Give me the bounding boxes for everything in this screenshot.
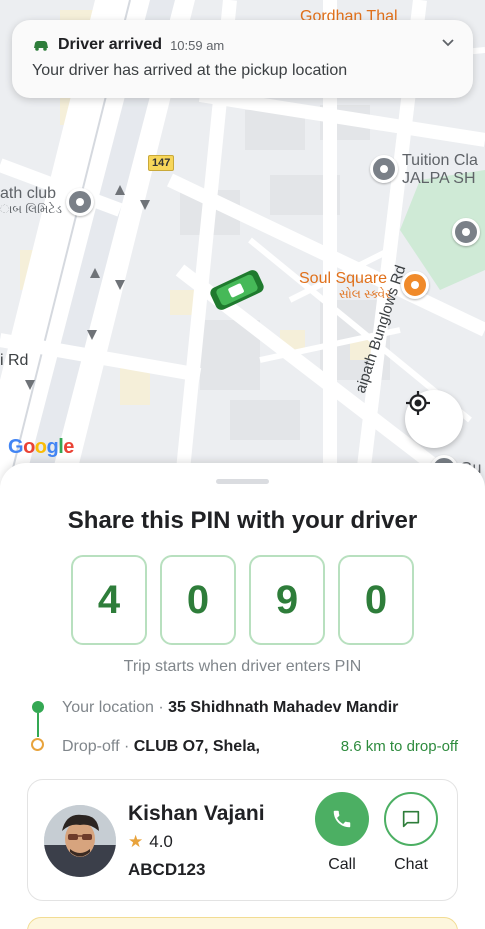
driver-avatar bbox=[44, 805, 116, 877]
map-label-soul-square[interactable]: Soul Square સોલ સ્ક્વેર bbox=[299, 270, 391, 302]
separator-dot: · bbox=[119, 738, 134, 755]
driver-arrived-notification[interactable]: Driver arrived 10:59 am Your driver has … bbox=[12, 20, 473, 98]
call-label: Call bbox=[328, 856, 356, 873]
dropoff-row: Drop-off · CLUB O7, Shela, bbox=[62, 738, 260, 756]
driver-rating: ★ 4.0 bbox=[128, 832, 173, 852]
call-button[interactable]: Call bbox=[314, 792, 370, 874]
notification-time: 10:59 am bbox=[170, 37, 225, 53]
star-icon: ★ bbox=[128, 832, 144, 851]
dropoff-label: Drop-off bbox=[62, 738, 120, 755]
google-logo-letter: g bbox=[46, 436, 59, 458]
pickup-dot-icon bbox=[32, 701, 44, 713]
route-summary: Your location · 35 Shidhnath Mahadev Man… bbox=[28, 695, 468, 765]
chat-circle[interactable] bbox=[384, 792, 438, 846]
map-label-club[interactable]: ath club ાબ લિમિટેડ bbox=[0, 185, 62, 217]
pin-title: Share this PIN with your driver bbox=[67, 507, 418, 534]
route-connector bbox=[37, 713, 39, 737]
dropoff-value: CLUB O7, Shela, bbox=[133, 738, 260, 755]
map-label-road-left: i Rd bbox=[0, 352, 29, 369]
map-label-tuition-line2: JALPA SH bbox=[402, 170, 476, 188]
chat-bubble-icon bbox=[402, 810, 420, 828]
pin-digit: 4 bbox=[71, 555, 147, 645]
map-label-tuition[interactable]: Tuition Cla JALPA SH bbox=[402, 152, 478, 189]
trip-bottom-sheet: Share this PIN with your driver 4 0 9 0 … bbox=[0, 463, 485, 929]
call-circle[interactable] bbox=[315, 792, 369, 846]
driver-name: Kishan Vajani bbox=[128, 802, 265, 825]
place-pin-icon[interactable] bbox=[370, 155, 398, 183]
chat-label: Chat bbox=[394, 856, 428, 873]
chat-button[interactable]: Chat bbox=[383, 792, 439, 874]
chevron-down-icon[interactable] bbox=[441, 38, 455, 48]
pickup-label: Your location bbox=[62, 699, 154, 716]
driver-photo bbox=[44, 805, 116, 877]
map-label-soul-line2: સોલ સ્ક્વેર bbox=[339, 287, 392, 302]
notification-title: Driver arrived bbox=[58, 36, 163, 53]
my-location-button[interactable] bbox=[405, 390, 463, 448]
vehicle-plate: ABCD123 bbox=[128, 860, 206, 879]
google-logo-letter: G bbox=[8, 436, 24, 458]
google-logo: Google bbox=[8, 436, 74, 459]
pickup-row: Your location · 35 Shidhnath Mahadev Man… bbox=[62, 699, 398, 717]
pin-digit: 0 bbox=[338, 555, 414, 645]
my-location-icon bbox=[406, 391, 430, 415]
sheet-drag-handle[interactable] bbox=[216, 479, 269, 484]
place-pin-icon[interactable] bbox=[66, 188, 94, 216]
pin-hint: Trip starts when driver enters PIN bbox=[123, 658, 362, 675]
car-icon bbox=[34, 41, 48, 51]
info-banner bbox=[27, 917, 458, 929]
map-label-soul-line1: Soul Square bbox=[299, 270, 388, 287]
dropoff-dot-icon bbox=[31, 738, 44, 751]
map-label-tuition-line1: Tuition Cla bbox=[402, 152, 478, 169]
rating-value: 4.0 bbox=[149, 832, 173, 851]
pin-digit: 9 bbox=[249, 555, 325, 645]
map-label-club-line2: ાબ લિમિટેડ bbox=[0, 202, 62, 217]
road-number-badge: 147 bbox=[148, 155, 175, 171]
pin-digits: 4 0 9 0 bbox=[71, 555, 414, 645]
notification-body: Your driver has arrived at the pickup lo… bbox=[32, 62, 348, 79]
google-logo-letter: o bbox=[23, 436, 35, 458]
driver-card: Kishan Vajani ★ 4.0 ABCD123 Call Chat bbox=[27, 779, 458, 901]
google-logo-letter: o bbox=[34, 436, 47, 458]
pickup-value: 35 Shidhnath Mahadev Mandir bbox=[168, 699, 399, 716]
separator-dot: · bbox=[153, 699, 169, 716]
phone-icon bbox=[333, 810, 351, 828]
google-logo-letter: e bbox=[63, 436, 74, 458]
map-label-club-line1: ath club bbox=[0, 185, 57, 202]
school-pin-icon[interactable] bbox=[452, 218, 480, 246]
pin-digit: 0 bbox=[160, 555, 236, 645]
dropoff-distance: 8.6 km to drop-off bbox=[340, 738, 458, 755]
